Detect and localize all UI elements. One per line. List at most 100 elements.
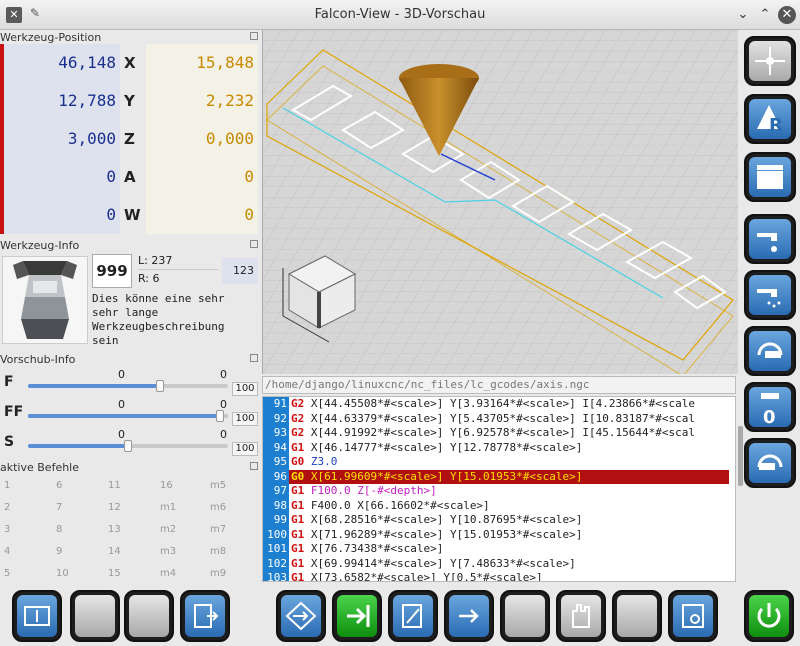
power-icon — [757, 603, 781, 628]
slider-handle[interactable] — [124, 440, 132, 452]
gcode-line-number: 96 — [263, 469, 289, 484]
clapperboard-button[interactable] — [744, 152, 796, 202]
spindle-stop-icon: 0 — [761, 393, 779, 427]
feed-label: FF — [4, 404, 24, 420]
spindle-button[interactable] — [744, 326, 796, 376]
open-file-button[interactable] — [180, 590, 230, 642]
command-cell: 9 — [56, 546, 63, 557]
command-cell: m1 — [160, 502, 177, 513]
distance-to-go: 0 — [146, 158, 258, 196]
slider-handle[interactable] — [156, 380, 164, 392]
3d-preview-canvas[interactable] — [263, 30, 738, 374]
gcode-line[interactable]: 91 G2 X[44.45508*#<scale>] Y[3.93164*#<sc… — [263, 397, 729, 412]
gcode-file-path: /home/django/linuxcnc/nc_files/lc_gcodes… — [262, 376, 736, 394]
command-cell: 16 — [160, 480, 173, 491]
feed-slider[interactable] — [28, 440, 228, 452]
command-cell: 7 — [56, 502, 63, 513]
minimize-icon[interactable]: ⌄ — [734, 6, 752, 24]
scrollbar-thumb[interactable] — [738, 426, 743, 486]
feed-label: F — [4, 374, 14, 390]
open-file-icon — [194, 604, 219, 628]
gcode-line-number: 91 — [263, 397, 289, 412]
gcode-args: X[44.45508*#<scale>] Y[3.93164*#<scale>]… — [304, 397, 695, 410]
gcode-editor[interactable]: 91 G2 X[44.45508*#<scale>] Y[3.93164*#<sc… — [262, 396, 736, 582]
gcode-line[interactable]: 101 G1 X[76.73438*#<scale>] — [263, 542, 729, 557]
float-icon[interactable] — [250, 32, 258, 40]
gcode-command: G2 — [291, 426, 305, 439]
spindle-reverse-button[interactable] — [744, 438, 796, 488]
gcode-line[interactable]: 98 G1 F400.0 X[66.16602*#<scale>] — [263, 498, 729, 513]
blank-button-3[interactable] — [500, 590, 550, 642]
axis-row-w: 0 W 0 — [0, 196, 262, 234]
feed-slider[interactable] — [28, 410, 228, 422]
spindle-reverse-icon — [757, 454, 783, 470]
gcode-args: X[46.14777*#<scale>] Y[12.78778*#<scale>… — [304, 440, 583, 454]
coolant-mist-button[interactable] — [744, 270, 796, 320]
gcode-line[interactable]: 102 G1 X[69.99414*#<scale>] Y[7.48633*#<s… — [263, 556, 729, 571]
gcode-line-number: 101 — [263, 542, 289, 557]
command-cell: 15 — [108, 568, 121, 579]
auto-reference-button[interactable]: R — [744, 94, 796, 144]
gcode-line-number: 98 — [263, 498, 289, 513]
step-button[interactable] — [276, 590, 326, 642]
gcode-args: X[73.6582*#<scale>] Y[0.5*#<scale>] — [304, 571, 543, 582]
gcode-line[interactable]: 92 G2 X[44.63379*#<scale>] Y[5.43705*#<sc… — [263, 411, 729, 426]
distance-to-go: 0 — [146, 196, 258, 234]
gcode-command: G1 — [291, 440, 305, 454]
float-icon[interactable] — [250, 354, 258, 362]
blank-button-1[interactable] — [70, 590, 120, 642]
override-percent: 100 — [232, 412, 258, 426]
hand-button[interactable] — [556, 590, 606, 642]
maximize-icon[interactable]: ⌃ — [756, 6, 774, 24]
close-icon[interactable]: ✕ — [778, 6, 796, 24]
feed-label: S — [4, 434, 15, 450]
panel-toggle-button[interactable] — [12, 590, 62, 642]
gcode-line[interactable]: 94 G1 X[46.14777*#<scale>] Y[12.78778*#<s… — [263, 440, 729, 455]
gcode-args: Z3.0 — [304, 455, 338, 468]
feed-value: 0 — [220, 428, 227, 441]
float-icon[interactable] — [250, 240, 258, 248]
gcode-line-active[interactable]: 96 G0 X[61.99609*#<scale>] Y[15.01953*#<s… — [263, 469, 729, 484]
axis-label: A — [124, 168, 136, 186]
gcode-args: F100.0 Z[-#<depth>] — [304, 484, 437, 497]
gcode-line[interactable]: 97 G1 F100.0 Z[-#<depth>] — [263, 484, 729, 499]
tool-description-line: sehr lange — [92, 306, 159, 319]
command-cell: m5 — [210, 480, 227, 491]
3d-preview[interactable] — [262, 30, 738, 374]
gcode-command: G1 — [291, 513, 305, 526]
tool-section-title: Werkzeug-Info — [0, 239, 80, 252]
slider-handle[interactable] — [216, 410, 224, 422]
command-cell: m2 — [160, 524, 177, 535]
jog-center-button[interactable] — [744, 36, 796, 86]
gcode-line[interactable]: 93 G2 X[44.91992*#<scale>] Y[6.92578*#<sc… — [263, 426, 729, 441]
gcode-line[interactable]: 95 G0 Z3.0 — [263, 455, 729, 470]
settings-button[interactable] — [668, 590, 718, 642]
gcode-scrollbar[interactable] — [738, 396, 744, 582]
tool-extra-value: 123 — [222, 258, 258, 284]
command-cell: 13 — [108, 524, 121, 535]
axis-label: W — [124, 206, 141, 224]
power-button[interactable] — [744, 590, 794, 642]
feed-row-ff: FF 0 0 100 — [0, 398, 262, 426]
gcode-line[interactable]: 100 G1 X[71.96289*#<scale>] Y[15.01953*#<… — [263, 527, 729, 542]
coolant-flood-button[interactable] — [744, 214, 796, 264]
run-button[interactable] — [332, 590, 382, 642]
svg-text:0: 0 — [763, 407, 776, 427]
blank-button-2[interactable] — [124, 590, 174, 642]
gcode-command: G0 — [291, 469, 305, 483]
spindle-zero-button[interactable]: 0 — [744, 382, 796, 432]
edit-button[interactable] — [388, 590, 438, 642]
next-button[interactable] — [444, 590, 494, 642]
command-cell: 11 — [108, 480, 121, 491]
title-bar: ✕ ✎ Falcon-View - 3D-Vorschau ⌄ ⌃ ✕ — [0, 0, 800, 30]
tool-image — [2, 256, 88, 344]
blank-button-4[interactable] — [612, 590, 662, 642]
float-icon[interactable] — [250, 462, 258, 470]
gcode-command: G1 — [291, 527, 305, 541]
gcode-line[interactable]: 103 G1 X[73.6582*#<scale>] Y[0.5*#<scale>… — [263, 571, 729, 582]
app-window: ✕ ✎ Falcon-View - 3D-Vorschau ⌄ ⌃ ✕ Werk… — [0, 0, 800, 646]
feed-value: 0 — [118, 368, 125, 381]
gcode-line[interactable]: 99 G1 X[68.28516*#<scale>] Y[10.87695*#<s… — [263, 513, 729, 528]
command-cell: 1 — [4, 480, 11, 491]
feed-slider[interactable] — [28, 380, 228, 392]
